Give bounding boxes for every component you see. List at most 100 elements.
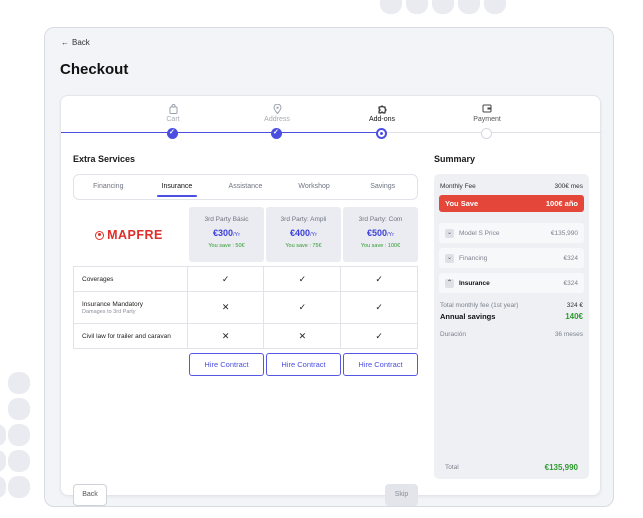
you-save-banner: You Save 100€ año xyxy=(439,195,584,212)
hire-contract-button-com[interactable]: Hire Contract xyxy=(343,353,418,376)
summary-item-value: €135,990 xyxy=(550,229,578,237)
cross-icon: ✕ xyxy=(263,323,342,349)
cart-icon xyxy=(133,104,213,115)
step-complete-indicator xyxy=(271,128,282,139)
decor-tile xyxy=(8,450,30,472)
plan-card-ampli: 3rd Party: Ampli €400/Yr You save : 75€ xyxy=(266,207,341,262)
decor-tile xyxy=(432,0,454,14)
check-icon: ✓ xyxy=(263,291,342,324)
checkout-window: ← Back Checkout Cart Address Add-ons xyxy=(44,27,614,507)
back-link[interactable]: ← Back xyxy=(61,38,90,47)
plan-name: 3rd Party: Com xyxy=(358,216,403,223)
coverage-name: Civil law for trailer and caravan xyxy=(73,323,188,349)
decor-tile xyxy=(0,424,6,446)
step-address[interactable]: Address xyxy=(237,103,317,139)
table-row: Insurance Mandatory Damages to 3rd Party … xyxy=(73,291,418,324)
table-row: Civil law for trailer and caravan ✕ ✕ ✓ xyxy=(73,323,418,349)
check-icon: ✓ xyxy=(340,323,418,349)
stepper-progress xyxy=(61,132,383,133)
table-row: Coverages ✓ ✓ ✓ xyxy=(73,266,418,292)
total-value: €135,990 xyxy=(544,462,578,472)
summary-item-model-price[interactable]: ⌄ Model S Price €135,990 xyxy=(439,223,584,243)
summary-title: Summary xyxy=(434,154,476,164)
wallet-icon xyxy=(447,104,527,115)
check-icon: ✓ xyxy=(340,266,418,292)
decor-tile xyxy=(8,372,30,394)
annual-savings-label: Annual savings xyxy=(440,312,496,321)
decor-tile xyxy=(380,0,402,14)
summary-item-financing[interactable]: ⌄ Financing €324 xyxy=(439,248,584,268)
summary-item-value: €324 xyxy=(563,254,578,262)
duracion-label: Duración xyxy=(440,331,467,338)
chevron-up-icon: ⌃ xyxy=(445,278,454,288)
plan-name: 3rd Party Básic xyxy=(204,216,249,223)
coverage-name: Coverages xyxy=(73,266,188,292)
decor-tile xyxy=(0,476,6,498)
plan-price: €400/Yr xyxy=(289,228,318,238)
tab-assistance[interactable]: Assistance xyxy=(211,175,280,199)
tab-insurance[interactable]: Insurance xyxy=(143,175,212,199)
step-complete-indicator xyxy=(167,128,178,139)
decor-tile xyxy=(8,398,30,420)
step-cart[interactable]: Cart xyxy=(133,104,213,139)
total-monthly-label: Total monthly fee (1st year) xyxy=(440,302,519,309)
duracion-row: Duración 36 meses xyxy=(440,331,583,338)
plan-price: €500/Yr xyxy=(366,228,395,238)
plan-card-basic: 3rd Party Básic €300/Yr You save : 50€ xyxy=(189,207,264,262)
hire-contract-button-basic[interactable]: Hire Contract xyxy=(189,353,264,376)
puzzle-icon xyxy=(342,104,422,115)
service-tabs: Financing Insurance Assistance Workshop … xyxy=(73,174,418,200)
summary-item-label: Financing xyxy=(459,254,488,262)
tab-financing[interactable]: Financing xyxy=(74,175,143,199)
plan-savings: You save : 50€ xyxy=(208,243,245,249)
step-pending-indicator xyxy=(481,128,492,139)
cross-icon: ✕ xyxy=(186,291,265,324)
map-pin-icon xyxy=(237,103,317,115)
chevron-down-icon: ⌄ xyxy=(445,253,454,263)
coverage-name: Insurance Mandatory Damages to 3rd Party xyxy=(73,291,188,324)
back-button[interactable]: Back xyxy=(73,484,107,506)
mapfre-logo-mark xyxy=(95,230,105,240)
monthly-fee-row: Monthly Fee 300€ mes xyxy=(440,183,583,190)
extra-services-title: Extra Services xyxy=(73,154,136,164)
you-save-label: You Save xyxy=(445,199,479,208)
annual-savings-row: Annual savings 140€ xyxy=(440,312,583,321)
tab-workshop[interactable]: Workshop xyxy=(280,175,349,199)
page-title: Checkout xyxy=(60,61,129,78)
you-save-value: 100€ año xyxy=(545,199,578,208)
mapfre-logo: MAPFRE xyxy=(73,207,185,263)
step-label: Address xyxy=(264,116,290,123)
total-row: Total €135,990 xyxy=(439,457,584,477)
decor-tile xyxy=(8,476,30,498)
chevron-down-icon: ⌄ xyxy=(445,228,454,238)
decor-tile xyxy=(8,424,30,446)
check-icon: ✓ xyxy=(186,266,265,292)
duracion-value: 36 meses xyxy=(554,331,583,338)
total-label: Total xyxy=(445,463,459,471)
decor-tile xyxy=(0,450,6,472)
coverage-table: Coverages ✓ ✓ ✓ Insurance Mandatory Damag… xyxy=(73,266,418,349)
decor-tile xyxy=(484,0,506,14)
checkout-card: Cart Address Add-ons Payment Extra Servi xyxy=(60,95,602,506)
monthly-fee-value: 300€ mes xyxy=(554,183,583,190)
step-label: Payment xyxy=(473,116,501,123)
summary-item-label: Insurance xyxy=(459,279,490,287)
plan-card-com: 3rd Party: Com €500/Yr You save : 100€ xyxy=(343,207,418,262)
arrow-left-icon: ← xyxy=(61,38,69,47)
hire-contract-button-ampli[interactable]: Hire Contract xyxy=(266,353,341,376)
provider-name: MAPFRE xyxy=(107,228,163,242)
decor-tile xyxy=(406,0,428,14)
tab-savings[interactable]: Savings xyxy=(348,175,417,199)
check-icon: ✓ xyxy=(340,291,418,324)
plan-name: 3rd Party: Ampli xyxy=(280,216,327,223)
decor-tile xyxy=(458,0,480,14)
summary-panel: Monthly Fee 300€ mes You Save 100€ año ⌄… xyxy=(434,174,589,479)
summary-item-insurance[interactable]: ⌃ Insurance €324 xyxy=(439,273,584,293)
skip-button[interactable]: Skip xyxy=(385,484,418,506)
monthly-fee-label: Monthly Fee xyxy=(440,183,476,190)
check-icon: ✓ xyxy=(263,266,342,292)
step-payment[interactable]: Payment xyxy=(447,104,527,139)
cross-icon: ✕ xyxy=(186,323,265,349)
step-add-ons[interactable]: Add-ons xyxy=(342,104,422,139)
plan-price: €300/Yr xyxy=(212,228,241,238)
